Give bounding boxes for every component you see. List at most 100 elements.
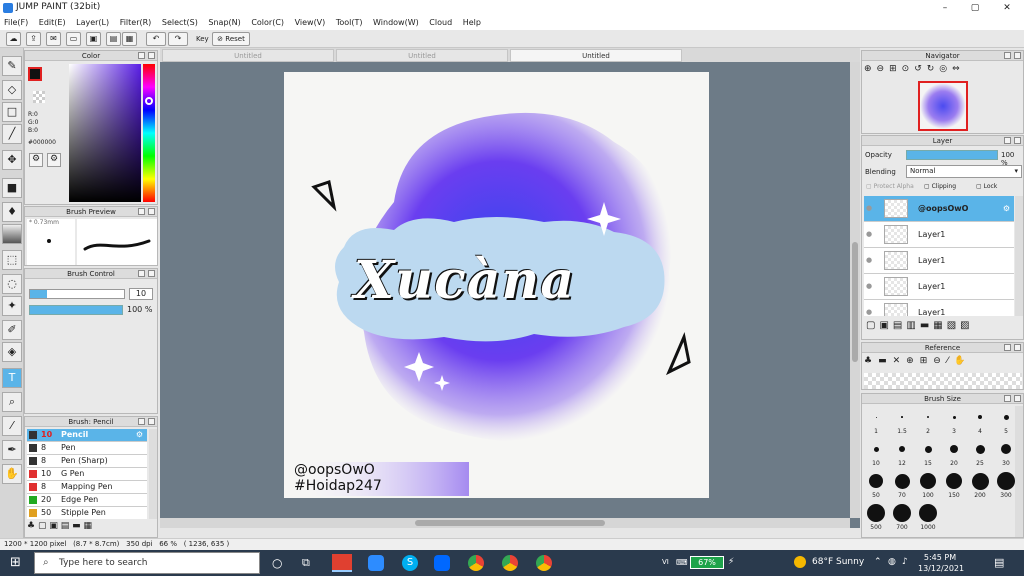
- panel-float-icon[interactable]: [1004, 344, 1011, 351]
- flip-icon[interactable]: ⇔: [952, 64, 965, 74]
- move-tool-icon[interactable]: ✥: [2, 150, 22, 170]
- panel-close-icon[interactable]: [1014, 137, 1021, 144]
- brush-list-item[interactable]: 50 Stipple Pen: [27, 507, 147, 519]
- menu-window[interactable]: Window(W): [369, 16, 423, 30]
- select-rect-tool-icon[interactable]: ⬚: [2, 250, 22, 270]
- open-folder-icon[interactable]: ▬: [878, 356, 893, 366]
- menu-cloud[interactable]: Cloud: [425, 16, 456, 30]
- folder-icon[interactable]: ▬: [72, 521, 81, 531]
- menu-color[interactable]: Color(C): [247, 16, 288, 30]
- layer-row[interactable]: ● @oopsOwO ⚙: [864, 196, 1014, 222]
- reference-layer-icon[interactable]: ♣: [864, 356, 878, 366]
- new-folder-icon[interactable]: ▬: [920, 320, 933, 331]
- panel-float-icon[interactable]: [138, 270, 145, 277]
- layer-visibility-icon[interactable]: ●: [866, 222, 872, 247]
- menu-select[interactable]: Select(S): [158, 16, 202, 30]
- layer-row[interactable]: ● Layer1: [864, 300, 1014, 316]
- brush-size-option[interactable]: 10: [864, 438, 888, 468]
- zoom-out-icon[interactable]: ⊖: [877, 64, 890, 74]
- brush-size-slider[interactable]: [29, 289, 125, 299]
- comment-icon[interactable]: ✉: [46, 32, 61, 46]
- reset-button[interactable]: ⊘ Reset: [212, 32, 250, 46]
- eraser-tool-icon[interactable]: ◇: [2, 80, 22, 100]
- menu-filter[interactable]: Filter(R): [116, 16, 156, 30]
- clipping-checkbox[interactable]: ▢ Clipping: [924, 183, 956, 190]
- panel-float-icon[interactable]: [138, 208, 145, 215]
- chrome-icon[interactable]: [468, 555, 484, 571]
- undo-icon[interactable]: ↶: [146, 32, 166, 46]
- rotate-reset-icon[interactable]: ◎: [939, 64, 952, 74]
- save-icon[interactable]: ▣: [86, 32, 101, 46]
- panel-close-icon[interactable]: [148, 208, 155, 215]
- zoom-app-icon[interactable]: [368, 555, 384, 571]
- lock-checkbox[interactable]: ▢ Lock: [976, 183, 997, 190]
- menu-snap[interactable]: Snap(N): [204, 16, 244, 30]
- delete-brush-icon[interactable]: ▦: [84, 521, 93, 531]
- menu-edit[interactable]: Edit(E): [35, 16, 70, 30]
- layer-row[interactable]: ● Layer1: [864, 274, 1014, 300]
- line-tool-icon[interactable]: ╱: [2, 124, 22, 144]
- text-tool-icon[interactable]: T: [2, 368, 22, 388]
- palette-icon[interactable]: ⚙: [29, 153, 43, 167]
- select-eraser-tool-icon[interactable]: ◈: [2, 342, 22, 362]
- eyedropper-tool-icon[interactable]: ⁄: [2, 416, 22, 436]
- horizontal-scrollbar[interactable]: [160, 518, 850, 528]
- brush-size-option[interactable]: 70: [890, 470, 914, 500]
- brush-size-option[interactable]: 700: [890, 502, 914, 532]
- hand-icon[interactable]: ✋: [954, 356, 971, 366]
- jump-paint-taskbar-icon[interactable]: [332, 554, 352, 572]
- copy-brush-icon[interactable]: ▤: [61, 521, 70, 531]
- merge-layer-icon[interactable]: ▧: [947, 320, 960, 331]
- duplicate-layer-icon[interactable]: ▦: [933, 320, 946, 331]
- brush-size-option[interactable]: 2: [916, 406, 940, 436]
- brush-list-item[interactable]: 8 Pen: [27, 442, 147, 455]
- pen-tool-icon[interactable]: ✒: [2, 440, 22, 460]
- layer-list-scrollbar[interactable]: [1015, 196, 1023, 316]
- zoom-in-icon[interactable]: ⊕: [864, 64, 877, 74]
- vertical-scroll-thumb[interactable]: [852, 242, 858, 362]
- taskbar-clock[interactable]: 5:45 PM 13/12/2021: [918, 552, 964, 574]
- task-view-icon[interactable]: ⧉: [302, 556, 310, 570]
- maximize-button[interactable]: ▢: [960, 0, 990, 16]
- brush-size-option[interactable]: 1.5: [890, 406, 914, 436]
- menu-view[interactable]: View(V): [291, 16, 330, 30]
- cortana-icon[interactable]: ○: [272, 556, 282, 570]
- layer-row[interactable]: ● Layer1: [864, 248, 1014, 274]
- brush-size-option[interactable]: 1000: [916, 502, 940, 532]
- keyboard-icon[interactable]: ⌨: [676, 558, 688, 567]
- fill-rect-tool-icon[interactable]: ■: [2, 178, 22, 198]
- brush-size-option[interactable]: 3: [942, 406, 966, 436]
- zalo-icon[interactable]: [434, 555, 450, 571]
- tab-untitled-2[interactable]: Untitled: [336, 49, 508, 62]
- brush-size-option[interactable]: 20: [942, 438, 966, 468]
- brush-list-item[interactable]: 8 Pen (Sharp): [27, 455, 147, 468]
- windows-start-icon[interactable]: ⊞: [10, 556, 24, 570]
- horizontal-scroll-thumb[interactable]: [415, 520, 605, 526]
- brush-size-option[interactable]: 500: [864, 502, 888, 532]
- show-hidden-icons[interactable]: ⌃: [874, 557, 882, 567]
- skype-icon[interactable]: S: [402, 555, 418, 571]
- redo-icon[interactable]: ↷: [168, 32, 188, 46]
- brush-size-scrollbar[interactable]: [1015, 406, 1023, 537]
- layer-visibility-icon[interactable]: ●: [866, 196, 872, 221]
- rectangle-tool-icon[interactable]: □: [2, 102, 22, 122]
- lasso-tool-icon[interactable]: ◌: [2, 274, 22, 294]
- panel-float-icon[interactable]: [1004, 52, 1011, 59]
- menu-file[interactable]: File(F): [0, 16, 32, 30]
- select-pen-tool-icon[interactable]: ✐: [2, 320, 22, 340]
- rotate-left-icon[interactable]: ↺: [914, 64, 927, 74]
- brush-list-item[interactable]: 10 G Pen: [27, 468, 147, 481]
- protect-alpha-checkbox[interactable]: ▢ Protect Alpha: [866, 183, 914, 190]
- chrome-icon[interactable]: [536, 555, 552, 571]
- layer-opacity-slider[interactable]: [906, 150, 998, 160]
- hand-tool-icon[interactable]: ✋: [2, 464, 22, 484]
- artwork-canvas[interactable]: Xucàna @oopsOwO #Hoidap247: [284, 72, 709, 498]
- panel-float-icon[interactable]: [1004, 395, 1011, 402]
- print-icon[interactable]: ▤: [106, 32, 121, 46]
- layer-settings-icon[interactable]: ⚙: [1003, 196, 1010, 221]
- saturation-value-picker[interactable]: [69, 64, 141, 202]
- input-language[interactable]: VI: [662, 558, 669, 566]
- cloud-icon[interactable]: ☁: [6, 32, 21, 46]
- notifications-icon[interactable]: ▤: [994, 556, 1004, 569]
- foreground-color-swatch[interactable]: [28, 67, 42, 81]
